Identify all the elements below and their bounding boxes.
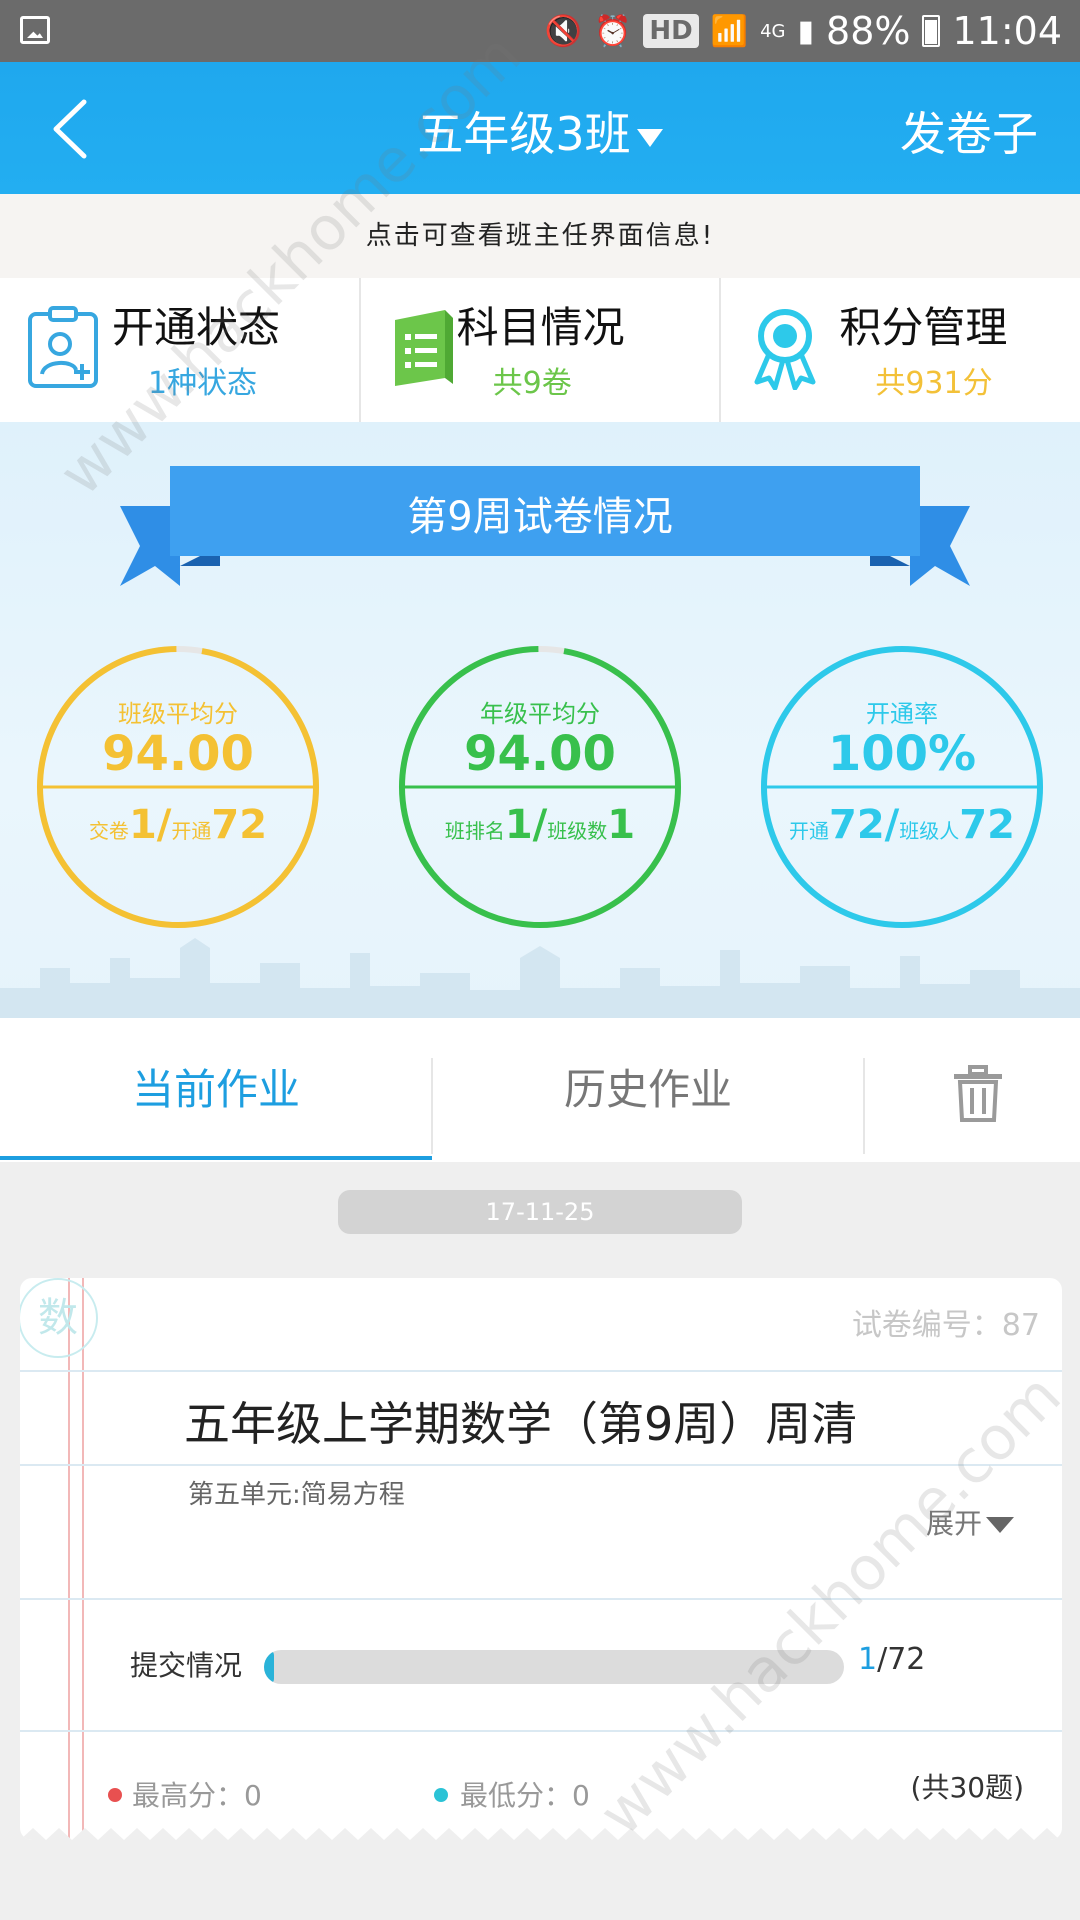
stat-subjects[interactable]: 科目情况 共9卷 bbox=[361, 278, 722, 422]
subject-stamp: 数 bbox=[20, 1278, 98, 1358]
grade-average-ring[interactable]: 年级平均分 94.00 班排名1/班级数1 bbox=[395, 642, 685, 932]
homeroom-info-link[interactable]: 点击可查看班主任界面信息! bbox=[0, 194, 1080, 278]
ring-gauge bbox=[761, 646, 1043, 928]
weekly-summary-banner: 第9周试卷情况 班级平均分 94.00 交卷1/开通72 年级平均分 94.00… bbox=[0, 422, 1080, 1018]
badge-user-icon bbox=[28, 306, 98, 388]
question-count: (共30题) bbox=[910, 1771, 1024, 1804]
paper-unit: 第五单元:简易方程 bbox=[188, 1480, 405, 1510]
app-header: 五年级3班 发卷子 bbox=[0, 62, 1080, 194]
gallery-notification-icon bbox=[20, 16, 50, 44]
mute-icon: 🔇 bbox=[544, 13, 583, 49]
award-ribbon-icon bbox=[754, 309, 816, 390]
rule-line bbox=[20, 1598, 1062, 1600]
ring-detail: 开通72/班级人72 bbox=[789, 802, 1015, 848]
tab-divider bbox=[863, 1058, 865, 1154]
ring-label: 开通率 bbox=[866, 700, 938, 728]
torn-edge-decoration bbox=[20, 1828, 1062, 1840]
homework-tabs: 当前作业 历史作业 bbox=[0, 1018, 1080, 1162]
margin-line bbox=[68, 1278, 70, 1840]
submit-label: 提交情况 bbox=[130, 1649, 243, 1682]
ring-detail: 班排名1/班级数1 bbox=[444, 802, 636, 848]
stat-title: 积分管理 bbox=[839, 303, 1008, 352]
max-score-dot bbox=[108, 1788, 122, 1802]
rule-line bbox=[20, 1370, 1062, 1372]
battery-icon bbox=[922, 15, 941, 47]
margin-line bbox=[82, 1278, 84, 1840]
min-score: 最低分：0 bbox=[460, 1779, 590, 1812]
network-type: 4G bbox=[760, 20, 786, 42]
caret-down-icon bbox=[636, 128, 663, 147]
class-average-ring[interactable]: 班级平均分 94.00 交卷1/开通72 bbox=[33, 642, 323, 932]
ring-gauge bbox=[37, 646, 319, 928]
hd-badge: HD bbox=[643, 14, 699, 48]
submit-count: 1/72 bbox=[858, 1642, 926, 1677]
stat-points[interactable]: 积分管理 共931分 bbox=[721, 278, 1080, 422]
tab-history-homework[interactable]: 历史作业 bbox=[432, 1018, 864, 1162]
max-score: 最高分：0 bbox=[132, 1779, 262, 1812]
min-score-dot bbox=[434, 1788, 448, 1802]
ring-value: 100% bbox=[827, 726, 977, 782]
trash-icon[interactable] bbox=[950, 1064, 1006, 1124]
book-icon bbox=[394, 310, 453, 386]
clock: 11:04 bbox=[952, 9, 1062, 53]
battery-percent: 88% bbox=[826, 9, 911, 53]
rule-line bbox=[20, 1730, 1062, 1732]
alarm-icon: ⏰ bbox=[594, 13, 632, 49]
rule-line bbox=[20, 1464, 1062, 1466]
signal-icon: ▮ bbox=[797, 13, 815, 49]
stat-title: 科目情况 bbox=[456, 303, 625, 352]
send-paper-button[interactable]: 发卷子 bbox=[900, 98, 1038, 164]
ring-gauge bbox=[399, 646, 681, 928]
submit-progress-fill bbox=[264, 1650, 274, 1684]
activation-rate-ring[interactable]: 开通率 100% 开通72/班级人72 bbox=[757, 642, 1047, 932]
paper-number: 试卷编号：87 bbox=[851, 1308, 1040, 1343]
city-skyline-decoration bbox=[0, 938, 1080, 1018]
ring-label: 班级平均分 bbox=[118, 700, 238, 728]
status-bar: 🔇 ⏰ HD 📶 4G ▮ 88% 11:04 bbox=[0, 0, 1080, 62]
ring-label: 年级平均分 bbox=[480, 700, 600, 728]
wifi-icon: 📶 bbox=[710, 13, 749, 49]
stat-sub: 共9卷 bbox=[492, 366, 572, 401]
date-badge: 17-11-25 bbox=[338, 1190, 742, 1234]
ring-detail: 交卷1/开通72 bbox=[88, 802, 268, 848]
active-tab-indicator bbox=[0, 1156, 432, 1160]
status-icons: 🔇 ⏰ HD 📶 4G ▮ 88% 11:04 bbox=[545, 8, 1062, 54]
triangle-down-icon bbox=[986, 1517, 1014, 1533]
banner-title: 第9周试卷情况 bbox=[407, 494, 673, 540]
paper-title: 五年级上学期数学（第9周）周清 bbox=[184, 1397, 858, 1451]
ring-value: 94.00 bbox=[464, 726, 616, 782]
stat-sub: 共931分 bbox=[875, 366, 993, 401]
tab-current-homework[interactable]: 当前作业 bbox=[0, 1018, 432, 1162]
ring-value: 94.00 bbox=[102, 726, 254, 782]
